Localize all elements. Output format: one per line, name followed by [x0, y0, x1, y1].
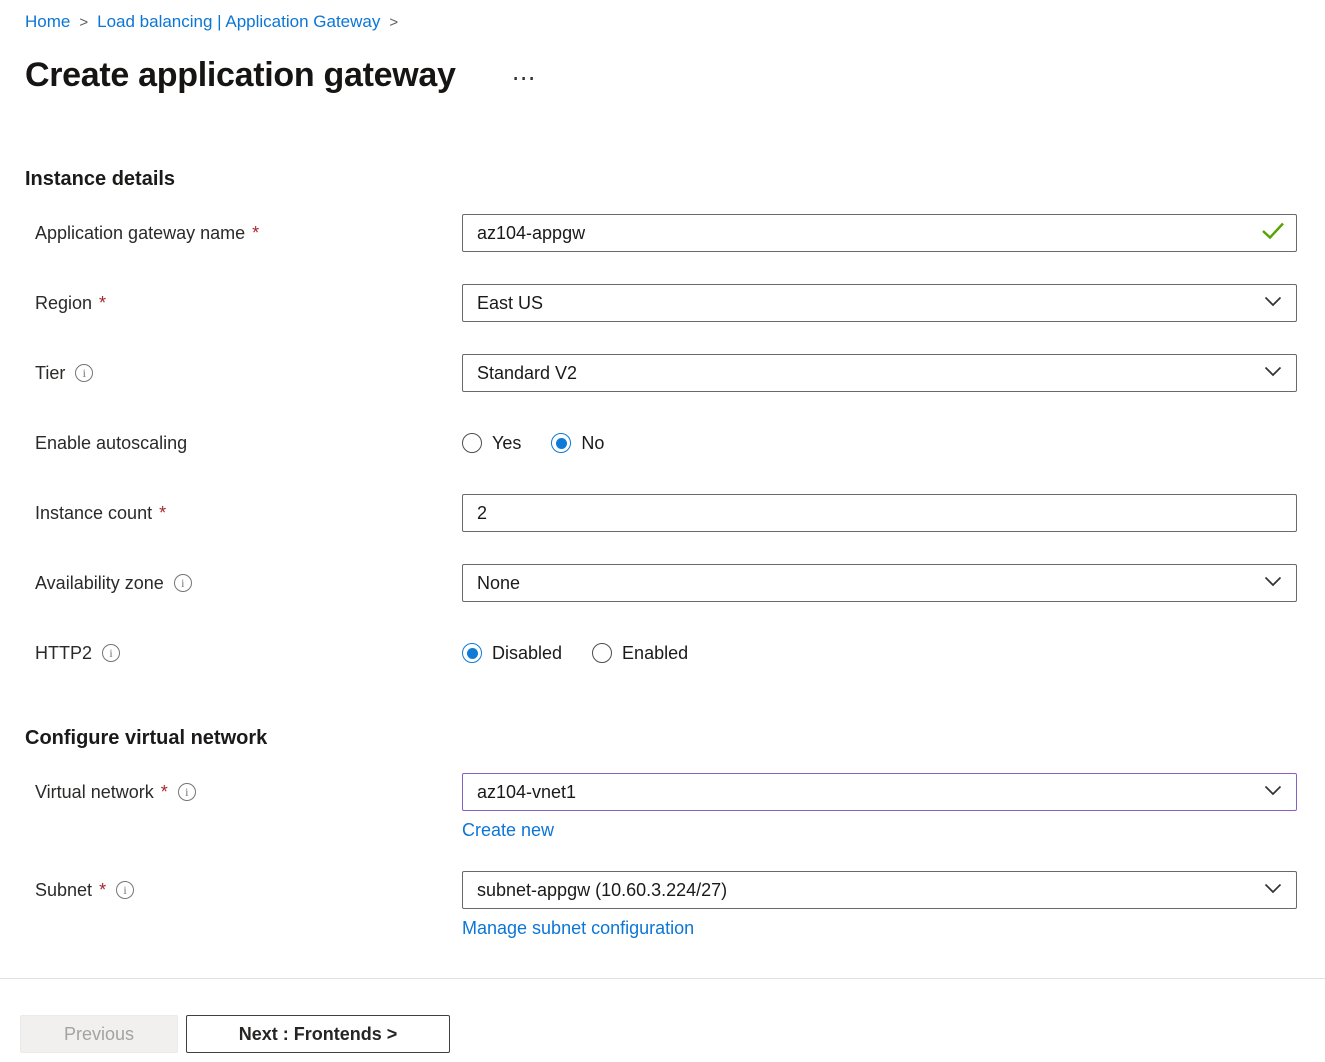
radio-circle-icon	[551, 433, 571, 453]
page-title: Create application gateway	[25, 56, 456, 95]
more-options-button[interactable]: ⋯	[508, 65, 543, 93]
footer-divider	[0, 978, 1325, 979]
chevron-down-icon	[1264, 574, 1282, 592]
previous-button[interactable]: Previous	[20, 1015, 178, 1053]
autoscaling-no-label: No	[581, 433, 604, 454]
region-label: Region *	[25, 284, 462, 322]
title-row: Create application gateway ⋯	[25, 51, 1297, 99]
row-tier: Tier i Standard V2	[25, 354, 1297, 392]
next-frontends-button[interactable]: Next : Frontends >	[186, 1015, 450, 1053]
subnet-label: Subnet * i	[25, 871, 462, 909]
instance-count-label: Instance count *	[25, 494, 462, 532]
http2-enabled-label: Enabled	[622, 643, 688, 664]
chevron-down-icon	[1264, 294, 1282, 312]
http2-disabled-label: Disabled	[492, 643, 562, 664]
virtual-network-dropdown-value: az104-vnet1	[477, 782, 1256, 803]
manage-subnet-configuration-link[interactable]: Manage subnet configuration	[462, 918, 694, 939]
required-asterisk: *	[159, 503, 166, 524]
http2-label: HTTP2 i	[25, 634, 462, 672]
valid-checkmark-icon	[1261, 222, 1285, 245]
enable-autoscaling-radio-group: Yes No	[462, 424, 1297, 462]
chevron-down-icon	[1264, 881, 1282, 899]
radio-circle-icon	[462, 643, 482, 663]
info-icon[interactable]: i	[174, 574, 192, 592]
row-subnet: Subnet * i subnet-appgw (10.60.3.224/27)…	[25, 871, 1297, 939]
autoscaling-yes-radio[interactable]: Yes	[462, 433, 521, 454]
breadcrumb-separator-icon: >	[389, 14, 398, 31]
http2-disabled-radio[interactable]: Disabled	[462, 643, 562, 664]
required-asterisk: *	[252, 223, 259, 244]
info-icon[interactable]: i	[116, 881, 134, 899]
breadcrumb-link-home[interactable]: Home	[25, 12, 70, 32]
instance-count-input[interactable]	[462, 494, 1297, 532]
footer-buttons: Previous Next : Frontends >	[20, 1015, 1297, 1053]
application-gateway-name-label: Application gateway name *	[25, 214, 462, 252]
breadcrumb-separator-icon: >	[79, 14, 88, 31]
row-region: Region * East US	[25, 284, 1297, 322]
radio-circle-icon	[462, 433, 482, 453]
breadcrumb: Home > Load balancing | Application Gate…	[25, 10, 1297, 34]
required-asterisk: *	[99, 880, 106, 901]
info-icon[interactable]: i	[178, 783, 196, 801]
chevron-down-icon	[1264, 783, 1282, 801]
subnet-dropdown[interactable]: subnet-appgw (10.60.3.224/27)	[462, 871, 1297, 909]
subnet-dropdown-value: subnet-appgw (10.60.3.224/27)	[477, 880, 1256, 901]
availability-zone-dropdown-value: None	[477, 573, 1256, 594]
section-heading-configure-virtual-network: Configure virtual network	[25, 726, 1297, 750]
row-application-gateway-name: Application gateway name *	[25, 214, 1297, 252]
row-virtual-network: Virtual network * i az104-vnet1 Create n…	[25, 773, 1297, 841]
required-asterisk: *	[161, 782, 168, 803]
info-icon[interactable]: i	[75, 364, 93, 382]
availability-zone-label: Availability zone i	[25, 564, 462, 602]
enable-autoscaling-label: Enable autoscaling	[25, 424, 462, 462]
create-application-gateway-page: Home > Load balancing | Application Gate…	[0, 0, 1325, 1062]
chevron-down-icon	[1264, 364, 1282, 382]
tier-dropdown[interactable]: Standard V2	[462, 354, 1297, 392]
section-heading-instance-details: Instance details	[25, 167, 1297, 191]
http2-radio-group: Disabled Enabled	[462, 634, 1297, 672]
application-gateway-name-input[interactable]	[462, 214, 1297, 252]
virtual-network-label: Virtual network * i	[25, 773, 462, 811]
autoscaling-yes-label: Yes	[492, 433, 521, 454]
row-availability-zone: Availability zone i None	[25, 564, 1297, 602]
availability-zone-dropdown[interactable]: None	[462, 564, 1297, 602]
autoscaling-no-radio[interactable]: No	[551, 433, 604, 454]
row-http2: HTTP2 i Disabled Enabled	[25, 634, 1297, 672]
http2-enabled-radio[interactable]: Enabled	[592, 643, 688, 664]
region-dropdown[interactable]: East US	[462, 284, 1297, 322]
radio-circle-icon	[592, 643, 612, 663]
row-enable-autoscaling: Enable autoscaling Yes No	[25, 424, 1297, 462]
row-instance-count: Instance count *	[25, 494, 1297, 532]
region-dropdown-value: East US	[477, 293, 1256, 314]
tier-label: Tier i	[25, 354, 462, 392]
create-new-vnet-link[interactable]: Create new	[462, 820, 554, 841]
required-asterisk: *	[99, 293, 106, 314]
info-icon[interactable]: i	[102, 644, 120, 662]
tier-dropdown-value: Standard V2	[477, 363, 1256, 384]
breadcrumb-link-load-balancing[interactable]: Load balancing | Application Gateway	[97, 12, 380, 32]
virtual-network-dropdown[interactable]: az104-vnet1	[462, 773, 1297, 811]
